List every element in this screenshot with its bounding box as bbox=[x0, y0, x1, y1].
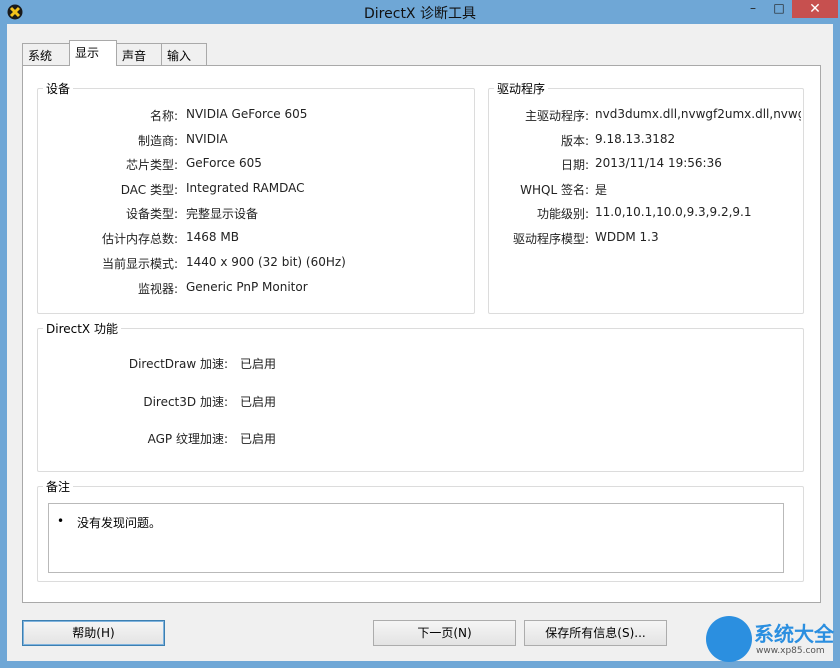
driver-main-label: 主驱动程序: bbox=[524, 109, 589, 123]
next-page-button[interactable]: 下一页(N) bbox=[373, 620, 516, 646]
notes-group: 备注 • 没有发现问题。 bbox=[37, 478, 804, 582]
directdraw-value: 已启用 bbox=[240, 357, 277, 371]
driver-version-label: 版本: bbox=[560, 134, 589, 148]
driver-whql-value: 是 bbox=[595, 183, 608, 197]
device-type-value: 完整显示设备 bbox=[186, 207, 259, 221]
directx-features-title: DirectX 功能 bbox=[43, 320, 121, 337]
device-name-value: NVIDIA GeForce 605 bbox=[186, 107, 308, 121]
device-display-mode-value: 1440 x 900 (32 bit) (60Hz) bbox=[186, 255, 346, 269]
driver-model-label: 驱动程序模型: bbox=[512, 232, 589, 246]
direct3d-label: Direct3D 加速: bbox=[143, 395, 228, 409]
device-monitor-label: 监视器: bbox=[137, 282, 178, 296]
notes-bullet: • bbox=[57, 514, 65, 528]
directdraw-label: DirectDraw 加速: bbox=[128, 357, 228, 371]
notes-text: 没有发现问题。 bbox=[77, 516, 162, 530]
agp-texture-label: AGP 纹理加速: bbox=[147, 432, 228, 446]
dxdiag-window: DirectX 诊断工具 – □ ✕ 系统 显示 声音 输入 设备 名称: NV… bbox=[0, 0, 840, 668]
maximize-button[interactable]: □ bbox=[766, 0, 792, 18]
device-memory-label: 估计内存总数: bbox=[101, 232, 178, 246]
device-display-mode-label: 当前显示模式: bbox=[101, 257, 178, 271]
device-group: 设备 名称: NVIDIA GeForce 605 制造商: NVIDIA 芯片… bbox=[37, 80, 475, 314]
site-watermark: 系统大全 www.xp85.com bbox=[700, 612, 840, 668]
window-title: DirectX 诊断工具 bbox=[364, 6, 476, 22]
notes-textbox[interactable]: • 没有发现问题。 bbox=[48, 503, 784, 573]
driver-feature-levels-label: 功能级别: bbox=[536, 207, 589, 221]
device-memory-value: 1468 MB bbox=[186, 230, 239, 244]
device-manufacturer-value: NVIDIA bbox=[186, 132, 228, 146]
driver-whql-label: WHQL 签名: bbox=[520, 183, 589, 197]
tab-sound[interactable]: 声音 bbox=[116, 43, 162, 65]
save-all-info-button[interactable]: 保存所有信息(S)... bbox=[524, 620, 667, 646]
driver-main-value: nvd3dumx.dll,nvwgf2umx.dll,nvwgf2 bbox=[595, 107, 801, 121]
driver-feature-levels-value: 11.0,10.1,10.0,9.3,9.2,9.1 bbox=[595, 205, 752, 219]
minimize-button[interactable]: – bbox=[740, 0, 766, 18]
tab-input[interactable]: 输入 bbox=[161, 43, 207, 65]
device-dac-type-value: Integrated RAMDAC bbox=[186, 181, 305, 195]
device-dac-type-label: DAC 类型: bbox=[120, 183, 178, 197]
driver-date-value: 2013/11/14 19:56:36 bbox=[595, 156, 722, 170]
device-type-label: 设备类型: bbox=[125, 207, 178, 221]
title-bar[interactable]: DirectX 诊断工具 – □ ✕ bbox=[0, 0, 840, 24]
tab-display[interactable]: 显示 bbox=[69, 40, 117, 66]
client-area: 系统 显示 声音 输入 设备 名称: NVIDIA GeForce 605 制造… bbox=[7, 24, 833, 661]
display-tab-panel: 设备 名称: NVIDIA GeForce 605 制造商: NVIDIA 芯片… bbox=[22, 65, 821, 603]
direct3d-value: 已启用 bbox=[240, 395, 277, 409]
close-button[interactable]: ✕ bbox=[792, 0, 838, 18]
directx-features-group: DirectX 功能 DirectDraw 加速: 已启用 Direct3D 加… bbox=[37, 320, 804, 472]
agp-texture-value: 已启用 bbox=[240, 432, 277, 446]
driver-group: 驱动程序 主驱动程序: nvd3dumx.dll,nvwgf2umx.dll,n… bbox=[488, 80, 804, 314]
driver-date-label: 日期: bbox=[560, 158, 589, 172]
watermark-url: www.xp85.com bbox=[756, 646, 825, 656]
device-manufacturer-label: 制造商: bbox=[137, 134, 178, 148]
device-chip-type-label: 芯片类型: bbox=[125, 158, 178, 172]
device-group-title: 设备 bbox=[43, 80, 74, 97]
device-chip-type-value: GeForce 605 bbox=[186, 156, 262, 170]
watermark-brand: 系统大全 bbox=[754, 622, 834, 646]
watermark-logo-icon bbox=[706, 616, 752, 662]
device-monitor-value: Generic PnP Monitor bbox=[186, 280, 308, 294]
help-button[interactable]: 帮助(H) bbox=[22, 620, 165, 646]
driver-model-value: WDDM 1.3 bbox=[595, 230, 659, 244]
device-name-label: 名称: bbox=[149, 109, 178, 123]
driver-group-title: 驱动程序 bbox=[494, 80, 549, 97]
tab-system[interactable]: 系统 bbox=[22, 43, 70, 65]
notes-group-title: 备注 bbox=[43, 478, 74, 495]
driver-version-value: 9.18.13.3182 bbox=[595, 132, 676, 146]
